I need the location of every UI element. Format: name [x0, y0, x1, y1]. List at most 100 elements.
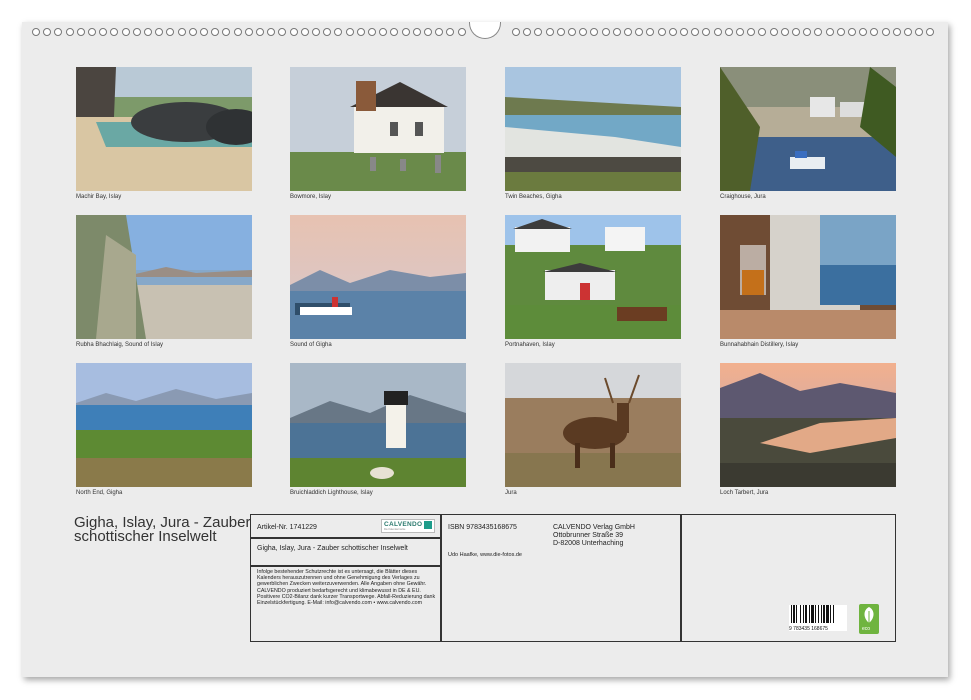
binding-ring: [556, 28, 565, 36]
photo-bunnahabhain: [720, 215, 896, 339]
binding-ring: [88, 28, 96, 36]
photo-rubha-bhachlaig: [76, 215, 252, 339]
binding-ring: [244, 28, 253, 36]
binding-ring: [713, 28, 722, 36]
binding-ring: [76, 28, 85, 36]
photo-caption: Craighouse, Jura: [720, 194, 766, 200]
binding-ring: [99, 28, 108, 36]
binding-ring: [65, 28, 74, 36]
photo-caption: Jura: [505, 490, 517, 496]
publisher-street: Ottobrunner Straße 39: [553, 532, 624, 539]
photo-caption: Rubha Bhachlaig, Sound of Islay: [76, 342, 164, 348]
binding-ring: [859, 28, 868, 36]
binding-ring: [401, 28, 410, 36]
binding-ring: [792, 28, 800, 36]
photo-twin-beaches: [505, 67, 681, 191]
photo-bowmore: [290, 67, 466, 191]
calendar-title: Gigha, Islay, Jura - Zauber schottischer…: [74, 514, 251, 545]
binding-ring: [747, 28, 756, 36]
binding-ring: [144, 28, 152, 36]
binding-ring: [758, 28, 767, 36]
photo-jura-stag: [505, 363, 681, 487]
binding-ring: [155, 28, 164, 36]
binding-ring: [870, 28, 879, 36]
photo-machir-bay: [76, 67, 252, 191]
binding-ring: [702, 28, 711, 36]
binding-ring: [435, 28, 444, 36]
binding-ring: [390, 28, 399, 36]
binding-ring: [579, 28, 588, 36]
binding-ring: [680, 28, 688, 36]
binding-ring: [512, 28, 520, 36]
calendar-sheet: Machir Bay, Islay Bowmore, Islay Twin Be…: [22, 22, 948, 677]
photo-caption: Bunnahabhain Distillery, Islay: [720, 342, 799, 348]
photo-caption: Portnahaven, Islay: [505, 342, 555, 348]
article-number: Artikel-Nr. 1741229: [257, 524, 317, 531]
binding-ring: [300, 28, 309, 36]
binding-ring: [545, 28, 554, 36]
binding-ring: [323, 28, 332, 36]
binding-ring: [814, 28, 823, 36]
binding-ring: [32, 28, 40, 36]
photo-caption: Bruichladdich Lighthouse, Islay: [290, 490, 373, 496]
binding-ring: [256, 28, 264, 36]
binding-ring: [892, 28, 901, 36]
binding-ring: [54, 28, 63, 36]
product-info-box: Artikel-Nr. 1741229 CALVENDO Die Kalende…: [250, 514, 896, 642]
binding-ring: [825, 28, 834, 36]
photo-caption: North End, Gigha: [76, 490, 123, 496]
photo-caption: Bowmore, Islay: [290, 194, 332, 200]
binding-ring: [780, 28, 789, 36]
binding-ring: [568, 28, 576, 36]
binding-ring: [334, 28, 343, 36]
binding-ring: [43, 28, 52, 36]
eco-leaf-icon: eco: [859, 604, 879, 634]
binding-ring: [915, 28, 924, 36]
binding-ring: [601, 28, 610, 36]
isbn: ISBN 9783435168675: [448, 524, 517, 531]
binding-ring: [424, 28, 432, 36]
isbn-barcode: 9 783435 168675: [789, 605, 847, 632]
binding-ring: [848, 28, 856, 36]
binding-ring: [612, 28, 621, 36]
binding-ring: [289, 28, 298, 36]
binding-ring: [635, 28, 644, 36]
binding-ring: [166, 28, 175, 36]
binding-ring: [233, 28, 242, 36]
author: Udo Haafke, www.die-fotos.de: [448, 552, 522, 558]
binding-ring: [200, 28, 208, 36]
binding-ring: [412, 28, 421, 36]
legal-notice: Infolge bestehender Schutzrechte ist es …: [257, 569, 436, 607]
binding-ring: [926, 28, 935, 36]
binding-ring: [904, 28, 912, 36]
calvendo-logo: CALVENDO Die Kalendermarke: [381, 519, 435, 533]
photo-sound-of-gigha: [290, 215, 466, 339]
binding-ring: [736, 28, 744, 36]
binding-ring: [211, 28, 220, 36]
binding-ring: [356, 28, 365, 36]
binding-ring: [368, 28, 376, 36]
photo-loch-tarbert: [720, 363, 896, 487]
binding-ring: [132, 28, 141, 36]
photo-craighouse: [720, 67, 896, 191]
binding-ring: [267, 28, 276, 36]
binding-ring: [110, 28, 119, 36]
binding-ring: [457, 28, 466, 36]
binding-ring: [590, 28, 599, 36]
binding-ring: [222, 28, 231, 36]
photo-bruichladdich-lighthouse: [290, 363, 466, 487]
photo-north-end: [76, 363, 252, 487]
binding-ring: [312, 28, 320, 36]
binding-ring: [691, 28, 700, 36]
binding-ring: [803, 28, 812, 36]
publisher-city: D-82008 Unterhaching: [553, 540, 624, 547]
binding-ring: [534, 28, 543, 36]
photo-caption: Twin Beaches, Gigha: [505, 194, 562, 200]
binding-ring: [345, 28, 354, 36]
binding-ring: [769, 28, 778, 36]
publisher-name: CALVENDO Verlag GmbH: [553, 524, 635, 531]
photo-caption: Machir Bay, Islay: [76, 194, 122, 200]
binding-ring: [121, 28, 130, 36]
binding-ring: [657, 28, 666, 36]
binding-ring: [188, 28, 197, 36]
